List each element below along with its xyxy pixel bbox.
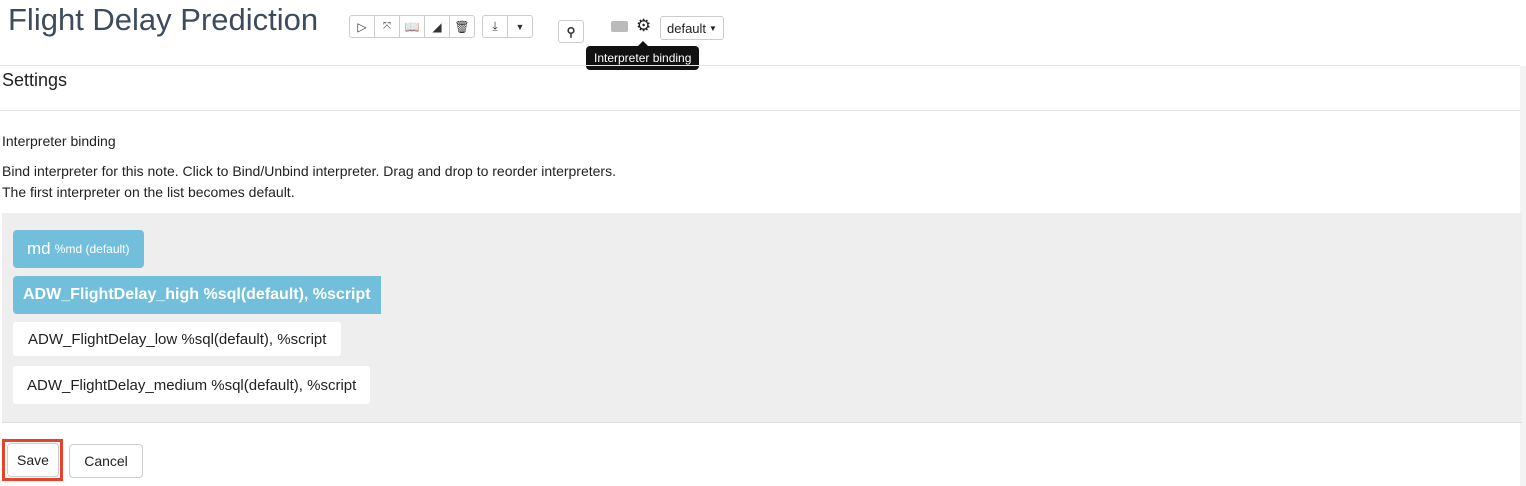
notebook-icon[interactable]: 📖: [400, 16, 425, 37]
tooltip: Interpreter binding: [586, 41, 700, 70]
export-group: ⤓ ▼: [482, 15, 533, 38]
chevron-down-icon[interactable]: ▼: [508, 16, 532, 37]
run-all-icon[interactable]: ▷: [350, 16, 375, 37]
caret-down-icon: ▼: [709, 23, 717, 33]
interpreter-detail: %sql(default), %script: [181, 330, 327, 348]
trash-icon[interactable]: 🗑: [450, 16, 474, 37]
interpreter-adw-medium[interactable]: ADW_FlightDelay_medium %sql(default), %s…: [13, 366, 371, 404]
interpreter-detail: %sql(default), %script: [211, 376, 357, 394]
interpreter-name: ADW_FlightDelay_medium: [27, 376, 208, 394]
download-icon[interactable]: ⤓: [483, 16, 508, 37]
interpreter-detail: %md (default): [54, 242, 130, 256]
gear-icon[interactable]: ⚙: [636, 16, 651, 36]
collapse-icon[interactable]: ⤧: [375, 16, 400, 37]
interpreter-adw-low[interactable]: ADW_FlightDelay_low %sql(default), %scri…: [13, 322, 342, 356]
search-button[interactable]: ⚲: [558, 20, 584, 43]
section-title: Interpreter binding: [2, 133, 116, 149]
interpreter-detail: %sql(default), %script: [203, 286, 371, 303]
page-title: Flight Delay Prediction: [8, 2, 319, 37]
interpreter-md[interactable]: md %md (default): [13, 230, 144, 268]
interpreter-adw-high[interactable]: ADW_FlightDelay_high %sql(default), %scr…: [13, 276, 381, 314]
default-label: default: [667, 20, 707, 36]
settings-title: Settings: [2, 70, 68, 90]
interpreter-name: ADW_FlightDelay_high: [23, 286, 200, 303]
eraser-icon[interactable]: ◢: [425, 16, 450, 37]
interpreter-name: md: [27, 239, 51, 258]
save-button[interactable]: Save: [7, 443, 59, 477]
cancel-button[interactable]: Cancel: [69, 444, 143, 478]
divider: [0, 110, 1520, 111]
divider: [0, 65, 1520, 66]
search-icon: ⚲: [566, 24, 576, 39]
description: The first interpreter on the list become…: [2, 184, 295, 200]
note-toolbar: ▷ ⤧ 📖 ◢ 🗑: [349, 15, 475, 38]
keyboard-icon[interactable]: [611, 21, 628, 32]
interpreter-name: ADW_FlightDelay_low: [28, 330, 178, 348]
description: Bind interpreter for this note. Click to…: [2, 163, 616, 179]
default-dropdown[interactable]: default ▼: [660, 16, 724, 40]
